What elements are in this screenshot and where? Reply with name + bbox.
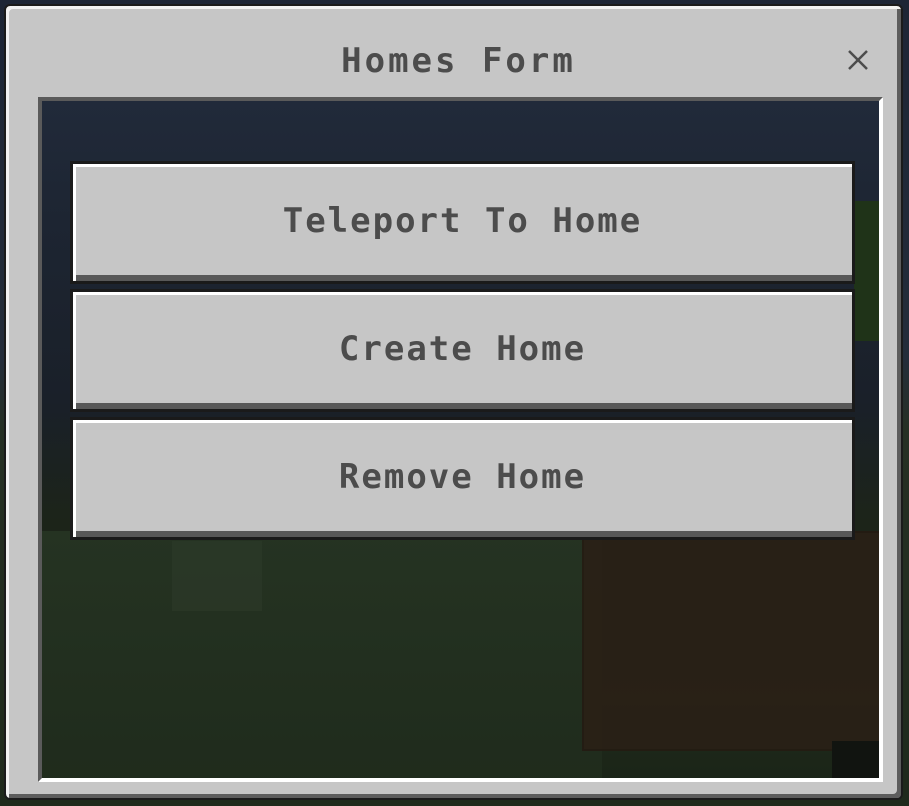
scene-grass — [42, 531, 602, 778]
homes-form-dialog: Homes Form Teleport To Home Create Home … — [4, 4, 903, 800]
scene-leaves — [854, 201, 879, 341]
scene-dirt-block — [582, 531, 879, 751]
form-content-panel: Teleport To Home Create Home Remove Home — [38, 97, 883, 782]
button-face: Remove Home — [73, 420, 852, 537]
close-icon — [848, 50, 868, 70]
remove-home-button[interactable]: Remove Home — [70, 417, 855, 540]
button-face: Teleport To Home — [73, 164, 852, 281]
teleport-to-home-button[interactable]: Teleport To Home — [70, 161, 855, 284]
close-button[interactable] — [838, 40, 878, 80]
button-face: Create Home — [73, 292, 852, 409]
button-label: Teleport To Home — [282, 200, 643, 241]
create-home-button[interactable]: Create Home — [70, 289, 855, 412]
dialog-title: Homes Form — [341, 41, 576, 81]
button-label: Remove Home — [338, 456, 587, 497]
button-label: Create Home — [338, 328, 587, 369]
scene-dark-block — [832, 741, 879, 778]
scene-grass-tuft — [172, 541, 262, 611]
